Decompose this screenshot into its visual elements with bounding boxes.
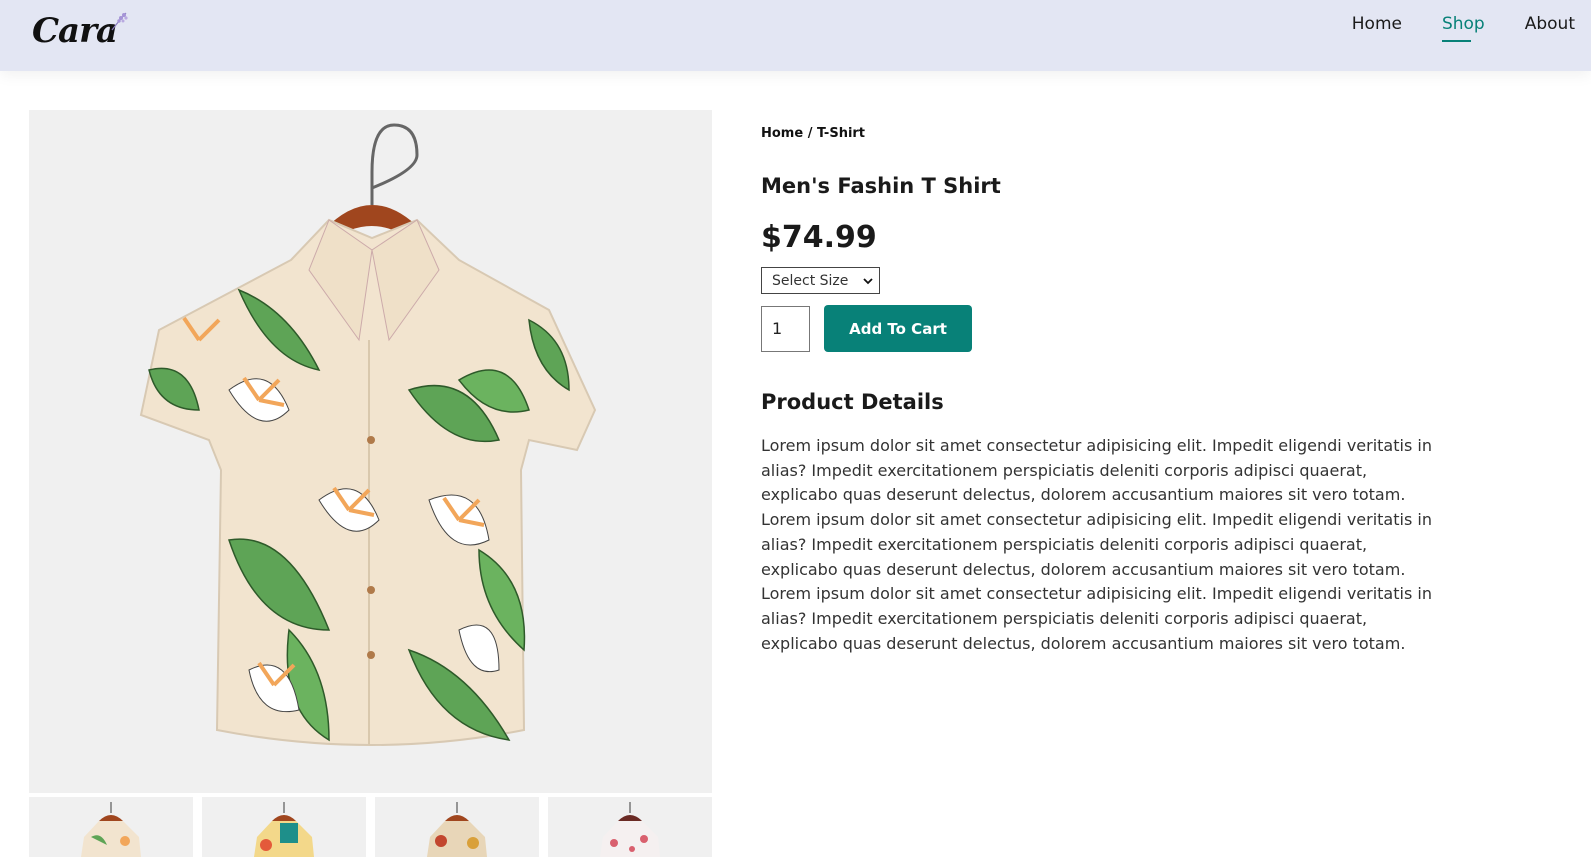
thumbnail-strip <box>29 797 712 857</box>
add-to-cart-row: Add To Cart <box>761 305 1441 352</box>
breadcrumb[interactable]: Home / T-Shirt <box>761 126 1441 141</box>
size-select[interactable]: Select Size <box>761 267 880 294</box>
thumbnail-4[interactable] <box>548 797 712 857</box>
product-details-heading: Product Details <box>761 390 944 414</box>
product-price: $74.99 <box>761 220 877 255</box>
add-to-cart-button[interactable]: Add To Cart <box>824 305 972 352</box>
product-description: Lorem ipsum dolor sit amet consectetur a… <box>761 436 1432 653</box>
quantity-input[interactable] <box>761 305 810 352</box>
thumbnail-3[interactable] <box>375 797 539 857</box>
nav-about[interactable]: About <box>1525 14 1575 40</box>
main-nav: Home Shop About <box>1352 14 1591 42</box>
product-title: Men's Fashin T Shirt <box>761 174 1001 198</box>
lavender-sprig-icon <box>111 12 128 31</box>
thumbnail-1[interactable] <box>29 797 193 857</box>
thumbnail-2[interactable] <box>202 797 366 857</box>
nav-home[interactable]: Home <box>1352 14 1402 40</box>
chevron-down-icon <box>863 277 873 284</box>
product-main-image <box>29 110 712 793</box>
floral-shirt-image <box>139 123 597 746</box>
size-select-value: Select Size <box>772 272 849 289</box>
product-details: Home / T-Shirt Men's Fashin T Shirt $74.… <box>761 126 1441 656</box>
nav-shop[interactable]: Shop <box>1441 14 1485 42</box>
logo-text: Cara <box>32 11 118 51</box>
site-header: Cara Home Shop About <box>0 0 1591 71</box>
logo[interactable]: Cara <box>32 6 132 56</box>
